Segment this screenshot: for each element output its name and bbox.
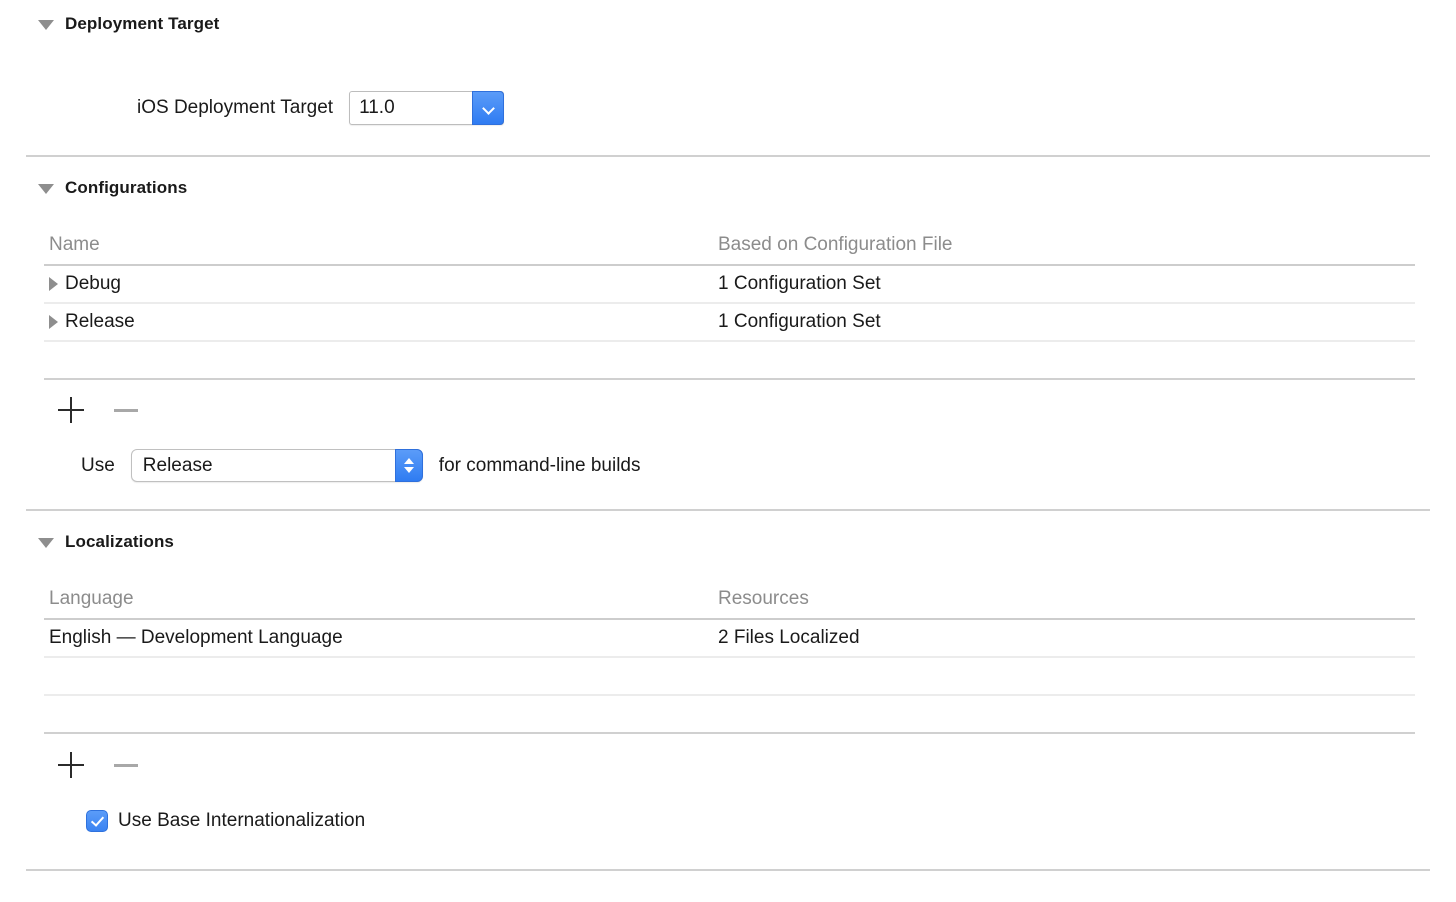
add-configuration-button[interactable] bbox=[58, 397, 84, 423]
use-label: Use bbox=[81, 454, 115, 476]
add-localization-button[interactable] bbox=[58, 752, 84, 778]
chevron-down-icon[interactable] bbox=[472, 91, 505, 125]
table-bottom-rule bbox=[44, 732, 1415, 734]
for-command-line-builds-label: for command-line builds bbox=[438, 454, 641, 476]
configuration-based-on-release: 1 Configuration Set bbox=[718, 311, 881, 332]
checkmark-icon[interactable] bbox=[86, 810, 108, 832]
stepper-up-down-icon[interactable] bbox=[394, 449, 423, 482]
configuration-name-cell: Release bbox=[44, 311, 713, 333]
table-row[interactable]: Debug 1 Configuration Set bbox=[44, 266, 1415, 302]
configuration-name-cell: Debug bbox=[44, 273, 713, 295]
triangle-down-icon[interactable] bbox=[38, 20, 54, 30]
localizations-table: Language Resources English — Development… bbox=[44, 580, 1415, 734]
configurations-table: Name Based on Configuration File Debug 1… bbox=[44, 226, 1415, 380]
configurations-table-header: Name Based on Configuration File bbox=[44, 226, 1415, 264]
use-base-internationalization-label: Use Base Internationalization bbox=[118, 810, 366, 831]
localization-language-english: English — Development Language bbox=[49, 627, 343, 648]
section-header-configurations[interactable]: Configurations bbox=[38, 177, 187, 199]
command-line-builds-row: Use Release for command-line builds bbox=[81, 449, 641, 482]
ios-deployment-target-row: iOS Deployment Target 11.0 bbox=[137, 91, 505, 125]
configuration-name-release: Release bbox=[65, 311, 135, 332]
column-header-based-on-configuration-file[interactable]: Based on Configuration File bbox=[713, 234, 1415, 256]
project-info-pane: Deployment Target iOS Deployment Target … bbox=[0, 0, 1456, 902]
section-header-localizations[interactable]: Localizations bbox=[38, 531, 174, 553]
table-row[interactable]: English — Development Language 2 Files L… bbox=[44, 620, 1415, 656]
use-base-internationalization-row[interactable]: Use Base Internationalization bbox=[86, 810, 365, 832]
ios-deployment-target-label: iOS Deployment Target bbox=[137, 97, 334, 118]
localization-resources-english: 2 Files Localized bbox=[718, 627, 860, 648]
section-title-localizations: Localizations bbox=[65, 532, 174, 551]
table-bottom-rule bbox=[44, 378, 1415, 380]
divider-bottom bbox=[26, 869, 1430, 871]
triangle-down-icon[interactable] bbox=[38, 538, 54, 548]
column-header-resources[interactable]: Resources bbox=[713, 588, 1415, 610]
triangle-down-icon[interactable] bbox=[38, 184, 54, 194]
configuration-based-on-debug: 1 Configuration Set bbox=[718, 273, 881, 294]
remove-localization-button bbox=[114, 752, 138, 778]
table-row-empty[interactable] bbox=[44, 342, 1415, 378]
command-line-configuration-value: Release bbox=[142, 454, 213, 476]
localizations-table-header: Language Resources bbox=[44, 580, 1415, 618]
section-title-configurations: Configurations bbox=[65, 178, 188, 197]
triangle-right-icon[interactable] bbox=[49, 277, 58, 291]
configurations-add-remove-controls bbox=[58, 397, 138, 423]
localizations-add-remove-controls bbox=[58, 752, 138, 778]
command-line-configuration-dropdown[interactable]: Release bbox=[130, 449, 423, 482]
table-row-empty[interactable] bbox=[44, 696, 1415, 732]
ios-deployment-target-value: 11.0 bbox=[359, 97, 395, 118]
divider-after-deployment-target bbox=[26, 155, 1430, 157]
ios-deployment-target-dropdown[interactable]: 11.0 bbox=[349, 91, 505, 125]
column-header-name[interactable]: Name bbox=[44, 234, 713, 256]
table-row[interactable]: Release 1 Configuration Set bbox=[44, 304, 1415, 340]
column-header-language[interactable]: Language bbox=[44, 588, 713, 610]
divider-after-configurations bbox=[26, 509, 1430, 511]
triangle-right-icon[interactable] bbox=[49, 315, 58, 329]
section-title-deployment-target: Deployment Target bbox=[65, 14, 220, 33]
configuration-name-debug: Debug bbox=[65, 273, 121, 294]
remove-configuration-button bbox=[114, 397, 138, 423]
section-header-deployment-target[interactable]: Deployment Target bbox=[38, 13, 219, 35]
table-row-empty[interactable] bbox=[44, 658, 1415, 694]
